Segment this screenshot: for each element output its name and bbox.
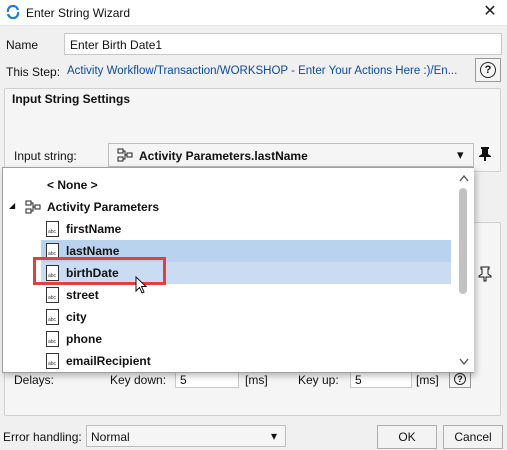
cancel-button[interactable]: Cancel [443,425,503,449]
key-down-unit: [ms] [245,373,268,387]
scrollbar-thumb[interactable] [459,188,467,294]
list-item-phone[interactable]: abc phone [3,328,451,350]
mouse-cursor-icon [135,276,148,294]
list-item-emailrecipient[interactable]: abc emailRecipient [3,350,451,372]
app-icon [6,5,20,19]
error-handling-select[interactable]: Normal ▾ [86,425,286,447]
parameter-group-icon [25,200,41,214]
tree-node-label: Activity Parameters [47,200,160,214]
ok-button[interactable]: OK [377,425,437,449]
input-string-combo[interactable]: Activity Parameters.lastName ▾ [108,143,474,167]
close-icon[interactable]: ✕ [478,2,502,22]
step-label: This Step: [6,65,61,79]
list-item-label: street [66,288,99,302]
name-label: Name [6,38,39,52]
list-item-label: city [66,310,87,324]
step-path-link[interactable]: Activity Workflow/Transaction/WORKSHOP -… [67,65,469,77]
list-item-firstname[interactable]: abc firstName [3,218,451,240]
pin-icon[interactable] [478,146,492,162]
key-down-label: Key down: [110,373,167,387]
list-item-label: firstName [66,222,122,236]
input-settings-title: Input String Settings [12,92,130,106]
error-handling-value: Normal [91,430,130,444]
chevron-down-icon: ▾ [457,147,464,162]
text-parameter-icon: abc [46,309,59,325]
key-down-value: 5 [180,373,187,387]
help-icon: ? [480,62,496,78]
list-item-street[interactable]: abc street [3,284,451,306]
help-icon: ? [454,373,466,385]
delays-label: Delays: [14,373,55,387]
text-parameter-icon: abc [46,353,59,369]
key-up-unit: [ms] [416,373,439,387]
expand-icon[interactable]: ◢ [9,201,15,210]
list-item-label: emailRecipient [66,354,151,368]
text-parameter-icon: abc [46,221,59,237]
pin-icon[interactable] [478,266,492,282]
list-item-city[interactable]: abc city [3,306,451,328]
help-button[interactable]: ? [475,58,501,82]
parameter-group-icon [117,148,133,162]
key-up-label: Key up: [298,373,339,387]
name-value: Enter Birth Date1 [70,38,163,52]
tree-node-activity-parameters[interactable]: ◢ Activity Parameters [3,196,451,218]
key-up-value: 5 [355,373,362,387]
list-item-label: lastName [66,244,120,258]
input-string-label: Input string: [14,149,77,163]
option-none[interactable]: < None > [3,174,451,196]
name-field[interactable]: Enter Birth Date1 [64,33,502,55]
chevron-down-icon: ▾ [271,429,278,443]
text-parameter-icon: abc [46,331,59,347]
text-parameter-icon: abc [46,287,59,303]
scrollbar[interactable] [454,168,474,372]
input-string-value: Activity Parameters.lastName [139,149,308,163]
option-label: < None > [47,178,98,192]
chevron-down-icon[interactable] [459,358,469,366]
chevron-up-icon[interactable] [459,174,469,182]
window-title: Enter String Wizard [26,6,131,20]
list-item-label: phone [66,332,102,346]
title-bar: Enter String Wizard ✕ [0,0,507,26]
error-handling-label: Error handling: [3,430,82,444]
